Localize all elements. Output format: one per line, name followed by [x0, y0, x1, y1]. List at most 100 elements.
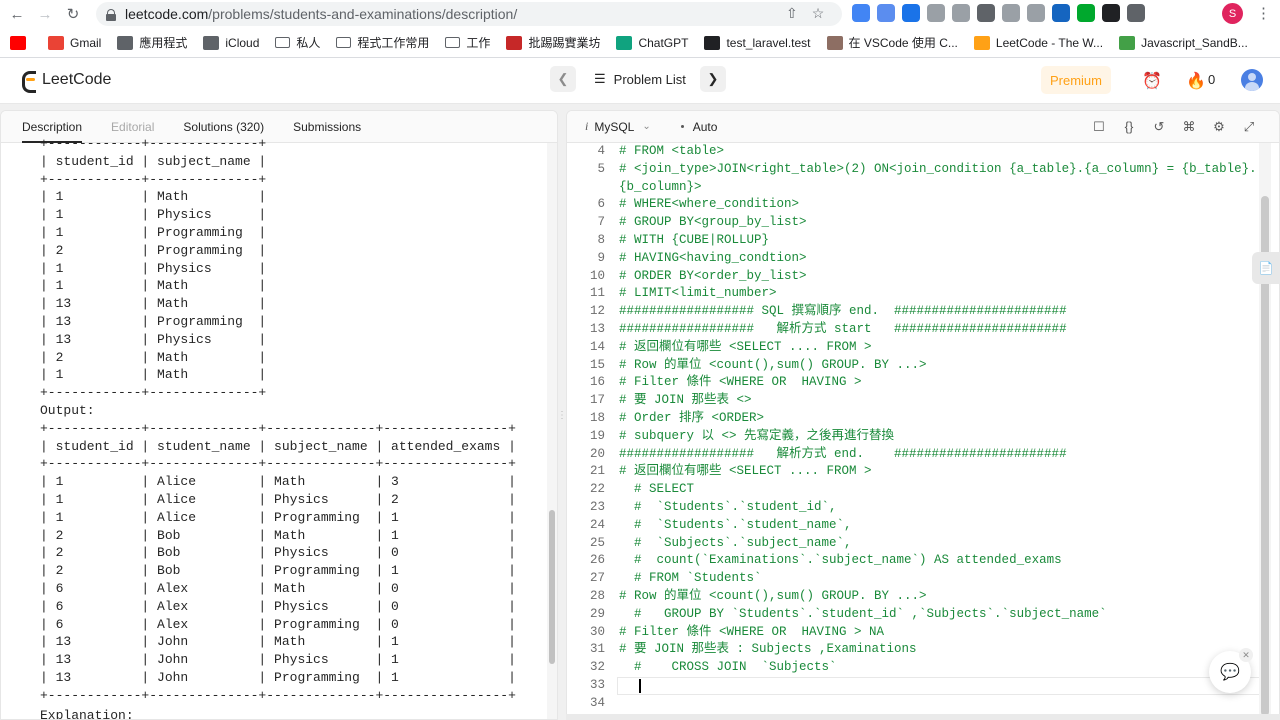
bookmark-item[interactable]: Gmail [48, 35, 101, 50]
table-row: | 1 | Programming | [40, 224, 267, 240]
table-row: +------------+--------------+-----------… [40, 687, 516, 703]
bookmark-item[interactable]: Javascript_SandB... [1119, 35, 1248, 50]
chatgpt-ext-icon[interactable] [1102, 4, 1120, 22]
extension-8-icon[interactable] [1027, 4, 1045, 22]
reset-icon[interactable]: ↺ [1151, 119, 1167, 135]
braces-icon[interactable]: {} [1121, 119, 1137, 135]
code-line[interactable]: 11 # LIMIT<limit_number> [567, 285, 1267, 303]
bookmark-item[interactable]: test_laravel.test [704, 35, 811, 50]
user-avatar[interactable] [1241, 69, 1263, 91]
extension-6-icon[interactable] [977, 4, 995, 22]
share-icon[interactable]: ⇧ [786, 5, 798, 22]
bookmark-label: 批踢踢實業坊 [528, 36, 601, 50]
panel-resize-handle[interactable]: ⋮ [557, 110, 567, 720]
shortcut-icon[interactable]: ⌘ [1181, 119, 1197, 135]
bookmarks-bar: Gmail 應用程式 iCloud 私人 程式工作常用 工作 批踢踢實業坊 ChatGPT te… [0, 28, 1280, 58]
code-line[interactable]: 13 ################## 解析方式 start ########… [567, 321, 1267, 339]
code-text: # subquery 以 <> 先寫定義，之後再進行替換 [619, 428, 895, 443]
code-line[interactable]: 7 # GROUP BY<group_by_list> [567, 214, 1267, 232]
problem-list-button[interactable]: ☰ Problem List [594, 71, 686, 87]
bookmark-item[interactable]: 工作 [445, 34, 490, 51]
code-line[interactable]: 32 # CROSS JOIN `Subjects` [567, 659, 1267, 677]
code-line[interactable]: {b_column}> [567, 179, 1267, 197]
table-row: | 1 | Physics | [40, 260, 267, 276]
console-handle[interactable] [566, 714, 1280, 720]
evernote-icon[interactable] [1077, 4, 1095, 22]
translate-icon[interactable] [902, 4, 920, 22]
language-select[interactable]: i MySQL ⌄ [585, 119, 651, 134]
puzzle-icon[interactable] [1127, 4, 1145, 22]
code-line[interactable]: 24 # `Students`.`student_name`, [567, 517, 1267, 535]
notes-side-tab[interactable]: 📄 [1252, 252, 1280, 284]
code-line[interactable]: 4 # FROM <table> [567, 143, 1267, 161]
code-line[interactable]: 16 # Filter 條件 <WHERE OR HAVING > [567, 374, 1267, 392]
code-line[interactable]: 15 # Row 的單位 <count(),sum() GROUP. BY ...… [567, 357, 1267, 375]
back-icon[interactable]: ← [6, 3, 28, 25]
address-bar[interactable]: leetcode.com/problems/students-and-exami… [96, 2, 842, 26]
premium-button[interactable]: Premium [1041, 66, 1111, 94]
code-line[interactable]: 28 # Row 的單位 <count(),sum() GROUP. BY ...… [567, 588, 1267, 606]
profile-avatar[interactable]: S [1222, 3, 1243, 24]
code-line[interactable]: 6 # WHERE<where_condition> [567, 196, 1267, 214]
bookmark-item[interactable]: 私人 [275, 34, 320, 51]
extension-4-icon[interactable] [927, 4, 945, 22]
code-line[interactable]: 17 # 要 JOIN 那些表 <> [567, 392, 1267, 410]
code-line[interactable]: 33 [567, 676, 1267, 695]
code-line[interactable]: 30 # Filter 條件 <WHERE OR HAVING > NA [567, 624, 1267, 642]
bookmark-icon[interactable]: ☐ [1091, 119, 1107, 135]
bookmark-item[interactable]: 應用程式 [117, 34, 187, 51]
code-line[interactable]: 12 ################## SQL 撰寫順序 end. #####… [567, 303, 1267, 321]
table-row: | 13 | Physics | [40, 331, 267, 347]
code-line[interactable]: 9 # HAVING<having_condtion> [567, 250, 1267, 268]
streak-fire-icon[interactable]: 🔥 [1186, 71, 1206, 91]
leetcode-logo[interactable]: LeetCode [20, 70, 111, 93]
code-area[interactable]: 4 # FROM <table> 5 # <join_type>JOIN<right_… [567, 143, 1267, 713]
code-line[interactable]: 5 # <join_type>JOIN<right_table>(2) ON<jo… [567, 161, 1267, 179]
bookmark-item[interactable]: 在 VSCode 使用 C... [826, 34, 958, 51]
settings-gear-icon[interactable]: ⚙ [1211, 119, 1227, 135]
forward-icon[interactable]: → [34, 3, 56, 25]
description-scrollbar[interactable] [549, 510, 555, 664]
extension-9-icon[interactable] [1052, 4, 1070, 22]
reload-icon[interactable]: ↻ [62, 3, 84, 25]
bookmark-item[interactable]: 程式工作常用 [336, 34, 429, 51]
extension-7-icon[interactable] [1002, 4, 1020, 22]
bookmark-star-icon[interactable]: ☆ [812, 5, 825, 22]
bookmark-label: Javascript_SandB... [1141, 35, 1248, 50]
code-line[interactable]: 10 # ORDER BY<order_by_list> [567, 268, 1267, 286]
code-line[interactable]: 23 # `Students`.`student_id`, [567, 499, 1267, 517]
close-icon[interactable]: ✕ [1239, 648, 1253, 662]
bookmark-item[interactable]: iCloud [203, 35, 259, 50]
line-number: 17 [589, 393, 605, 408]
code-line[interactable]: 19 # subquery 以 <> 先寫定義，之後再進行替換 [567, 428, 1267, 446]
browser-menu-icon[interactable]: ⋮ [1256, 4, 1271, 22]
line-number: 19 [589, 428, 605, 443]
code-line[interactable]: 20 ################## 解析方式 end. #########… [567, 446, 1267, 464]
alarm-clock-icon[interactable]: ⏰ [1142, 71, 1162, 91]
extension-2-icon[interactable] [877, 4, 895, 22]
line-number: 10 [589, 268, 605, 283]
bookmark-item[interactable]: ChatGPT [616, 35, 688, 50]
bookmark-item[interactable] [10, 35, 32, 50]
code-line[interactable]: 31 # 要 JOIN 那些表 : Subjects ,Examinations [567, 641, 1267, 659]
bookmark-item[interactable]: LeetCode - The W... [973, 35, 1104, 50]
code-line[interactable]: 29 # GROUP BY `Students`.`student_id` ,`… [567, 606, 1267, 624]
code-line[interactable]: 14 # 返回欄位有哪些 <SELECT .... FROM > [567, 339, 1267, 357]
code-line[interactable]: 21 # 返回欄位有哪些 <SELECT .... FROM > [567, 463, 1267, 481]
bookmark-label: LeetCode - The W... [995, 35, 1104, 50]
autocomplete-toggle[interactable]: Auto [680, 120, 717, 134]
code-line[interactable]: 8 # WITH {CUBE|ROLLUP} [567, 232, 1267, 250]
extension-5-icon[interactable] [952, 4, 970, 22]
extension-1-icon[interactable] [852, 4, 870, 22]
bookmark-item[interactable]: 批踢踢實業坊 [506, 34, 600, 51]
next-problem-button[interactable]: ❯ [699, 66, 726, 92]
code-text: # Filter 條件 <WHERE OR HAVING > NA [619, 624, 885, 639]
code-line[interactable]: 25 # `Subjects`.`subject_name`, [567, 535, 1267, 553]
code-line[interactable]: 27 # FROM `Students` [567, 570, 1267, 588]
code-line[interactable]: 22 # SELECT [567, 481, 1267, 499]
prev-problem-button[interactable]: ❮ [550, 66, 576, 92]
fullscreen-icon[interactable]: ⤢ [1241, 119, 1257, 135]
code-line[interactable]: 18 # Order 排序 <ORDER> [567, 410, 1267, 428]
code-line[interactable]: 34 [567, 695, 1267, 713]
code-line[interactable]: 26 # count(`Examinations`.`subject_name`… [567, 552, 1267, 570]
